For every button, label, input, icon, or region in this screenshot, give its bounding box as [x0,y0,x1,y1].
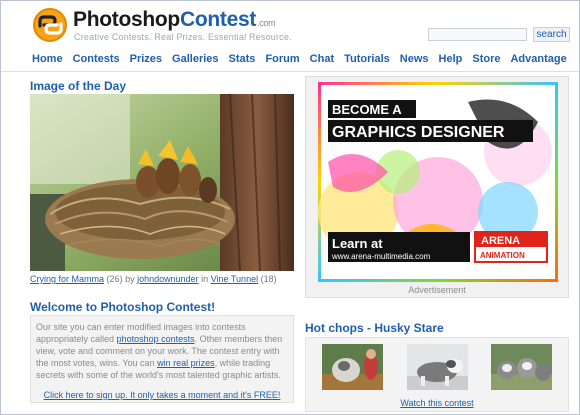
nav-stats[interactable]: Stats [229,53,256,65]
hot-chops-box: Watch this contest [305,337,569,412]
logo-part-photoshop: Photoshop [73,8,180,31]
logo-icon[interactable] [33,8,67,42]
image-of-the-day-heading: Image of the Day [30,79,127,93]
welcome-heading: Welcome to Photoshop Contest! [30,300,216,314]
image-of-the-day-caption: Crying for Mamma (26) by johndownunder i… [30,274,277,284]
nav-contests[interactable]: Contests [73,53,120,65]
signup-link[interactable]: Click here to sign up. It only takes a m… [31,390,293,400]
ad-headline-2: GRAPHICS DESIGNER [332,124,505,141]
win-real-prizes-link[interactable]: win real prizes [157,358,215,368]
hot-chop-thumbnail-3[interactable] [491,344,552,390]
welcome-box: Our site you can enter modified images i… [30,315,294,403]
watch-contest-link[interactable]: Watch this contest [306,398,568,408]
ad-brand-animation: ANIMATION [480,251,525,260]
ad-banner[interactable]: BECOME A GRAPHICS DESIGNER Learn at www.… [318,82,558,282]
image-of-the-day-photo[interactable] [30,94,294,271]
nav-divider [1,71,579,72]
ad-brand-arena: ARENA [481,235,520,247]
ad-learn-at: Learn at [332,236,383,251]
nav-store[interactable]: Store [472,53,500,65]
search-input[interactable] [428,28,527,41]
hot-chops-heading: Hot chops - Husky Stare [305,321,444,335]
hot-chop-thumbnail-1[interactable] [322,344,383,390]
photoshop-contests-link[interactable]: photoshop contests [117,334,195,344]
gallery-count: (18) [260,274,277,284]
image-title-link[interactable]: Crying for Mamma [30,274,104,284]
nav-tutorials[interactable]: Tutorials [344,53,390,65]
ad-headline-1: BECOME A [332,102,402,117]
nav-advantage[interactable]: Advantage [510,53,566,65]
gallery-link[interactable]: Vine Tunnel [211,274,258,284]
nav-galleries[interactable]: Galleries [172,53,218,65]
logo-part-contest: Contest [179,8,257,31]
advertisement-label: Advertisement [408,285,466,295]
caption-by: by [125,274,135,284]
site-header: PhotoshopContest.com Creative Contests. … [1,1,579,73]
search-button[interactable]: search [533,27,570,42]
nav-chat[interactable]: Chat [310,53,334,65]
hot-chop-thumbnail-2[interactable] [407,344,468,390]
image-vote-count: (26) [106,274,123,284]
nav-home[interactable]: Home [32,53,63,65]
nav-prizes[interactable]: Prizes [130,53,162,65]
nav-news[interactable]: News [400,53,429,65]
main-nav: Home Contests Prizes Galleries Stats Forum Cha… [32,53,577,69]
author-link[interactable]: johndownunder [137,274,199,284]
logo-wordmark[interactable]: PhotoshopContest.com [73,8,276,32]
welcome-text: Our site you can enter modified images i… [36,321,290,381]
nav-help[interactable]: Help [439,53,463,65]
tagline: Creative Contests. Real Prizes. Essentia… [74,32,292,42]
nav-forum[interactable]: Forum [265,53,299,65]
advertisement-box: BECOME A GRAPHICS DESIGNER Learn at www.… [305,76,569,298]
logo-suffix: .com [257,18,276,28]
caption-in: in [201,274,209,284]
ad-url: www.arena-multimedia.com [331,252,431,261]
page-frame: PhotoshopContest.com Creative Contests. … [0,0,580,415]
